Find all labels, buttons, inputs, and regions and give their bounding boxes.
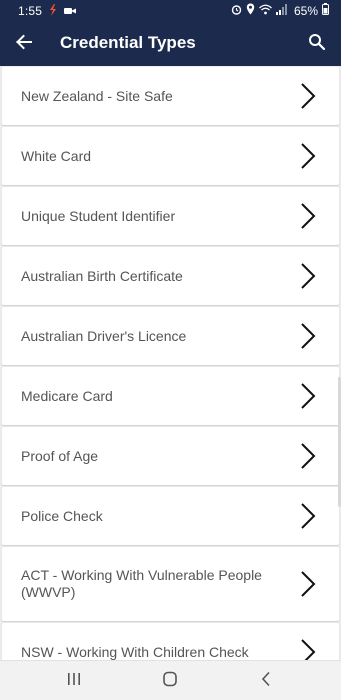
credential-type-item[interactable]: Police Check	[2, 487, 339, 545]
chevron-right-icon	[299, 202, 317, 230]
credential-type-label: White Card	[21, 147, 92, 164]
home-button[interactable]	[150, 669, 190, 693]
app-notification-icon	[48, 3, 58, 20]
chevron-right-icon	[299, 638, 317, 660]
page-title: Credential Types	[60, 33, 196, 52]
credential-type-label: Medicare Card	[21, 387, 113, 404]
credential-types-list[interactable]: New Zealand - Site Safe White Card Unique …	[0, 67, 341, 660]
credential-type-label: Unique Student Identifier	[21, 207, 176, 224]
chevron-right-icon	[299, 442, 317, 470]
credential-type-item[interactable]: New Zealand - Site Safe	[2, 67, 339, 125]
battery-level: 65%	[293, 3, 318, 18]
credential-type-label: Australian Birth Certificate	[21, 267, 183, 284]
chevron-right-icon	[299, 322, 317, 350]
status-left-icons	[48, 3, 76, 20]
status-right-icons: 65%	[231, 3, 329, 18]
recents-icon	[66, 672, 82, 691]
credential-type-label: NSW - Working With Children Check	[21, 643, 249, 660]
screen: 1:55 65% Credential Types New Zealand - …	[0, 0, 341, 700]
credential-type-label: Proof of Age	[21, 447, 99, 464]
signal-icon	[275, 3, 288, 18]
app-bar: Credential Types	[0, 22, 341, 66]
recents-button[interactable]	[54, 669, 94, 693]
alarm-icon	[231, 4, 242, 18]
credential-type-item[interactable]: Australian Birth Certificate	[2, 247, 339, 305]
chevron-right-icon	[299, 262, 317, 290]
battery-icon	[322, 3, 329, 18]
credential-type-item[interactable]: White Card	[2, 127, 339, 185]
status-bar: 1:55 65%	[0, 0, 341, 22]
chevron-right-icon	[299, 142, 317, 170]
credential-type-label: Australian Driver's Licence	[21, 327, 187, 344]
chevron-right-icon	[299, 382, 317, 410]
chevron-right-icon	[299, 82, 317, 110]
search-icon	[308, 33, 326, 56]
video-camera-icon	[64, 5, 76, 19]
credential-type-item[interactable]: Medicare Card	[2, 367, 339, 425]
chevron-right-icon	[299, 502, 317, 530]
location-icon	[246, 3, 255, 18]
chevron-right-icon	[299, 570, 317, 598]
nav-back-button[interactable]	[246, 669, 286, 693]
search-button[interactable]	[301, 28, 333, 60]
credential-type-item[interactable]: ACT - Working With Vulnerable People (WW…	[2, 547, 339, 621]
credential-type-item[interactable]: Proof of Age	[2, 427, 339, 485]
system-nav-bar	[0, 660, 341, 700]
credential-type-label: Police Check	[21, 507, 103, 524]
home-icon	[162, 671, 178, 692]
credential-type-item[interactable]: NSW - Working With Children Check	[2, 623, 339, 660]
back-button[interactable]	[8, 28, 40, 60]
credential-type-label: New Zealand - Site Safe	[21, 87, 173, 104]
credential-type-item[interactable]: Unique Student Identifier	[2, 187, 339, 245]
nav-back-icon	[260, 671, 272, 692]
credential-type-label: ACT - Working With Vulnerable People (WW…	[21, 567, 262, 600]
credential-type-item[interactable]: Australian Driver's Licence	[2, 307, 339, 365]
status-time: 1:55	[18, 4, 43, 18]
arrow-left-icon	[15, 33, 33, 56]
wifi-icon	[259, 4, 272, 18]
